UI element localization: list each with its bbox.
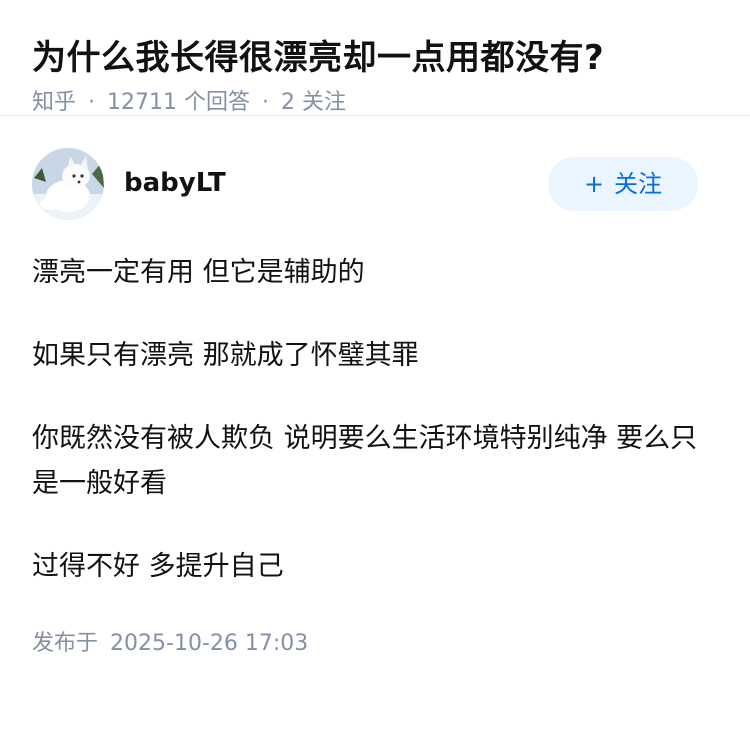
follow-button[interactable]: + 关注 — [548, 157, 698, 211]
answer-count: 12711 — [107, 90, 178, 115]
follower-count-unit: 关注 — [302, 90, 347, 115]
source-label[interactable]: 知乎 — [32, 90, 76, 115]
meta-separator: · — [262, 90, 270, 115]
follow-button-label: 关注 — [614, 170, 663, 198]
plus-icon: + — [583, 170, 605, 198]
answer-count-unit: 个回答 — [184, 90, 251, 115]
answer-paragraph: 你既然没有被人欺负 说明要么生活环境特别纯净 要么只是一般好看 — [32, 423, 698, 499]
answer-paragraph: 过得不好 多提升自己 — [32, 551, 284, 582]
question-title[interactable]: 为什么我长得很漂亮却一点用都没有? — [32, 34, 718, 82]
arctic-fox-avatar-image — [32, 148, 104, 220]
question-meta: 知乎 · 12711 个回答 · 2 关注 — [32, 88, 718, 118]
publish-time: 2025-10-26 17:03 — [110, 631, 309, 656]
follower-count: 2 — [281, 90, 296, 115]
author-name[interactable]: babyLT — [124, 166, 226, 200]
answer-paragraph: 漂亮一定有用 但它是辅助的 — [32, 257, 365, 288]
avatar[interactable] — [32, 148, 104, 220]
author-row: babyLT + 关注 — [32, 116, 718, 226]
publish-label: 发布于 — [32, 631, 99, 656]
publish-info: 发布于 2025-10-26 17:03 — [32, 629, 718, 659]
answer-card: babyLT + 关注 漂亮一定有用 但它是辅助的 如果只有漂亮 那就成了怀璧其罪… — [0, 116, 750, 659]
question-header: 为什么我长得很漂亮却一点用都没有? 知乎 · 12711 个回答 · 2 关注 — [0, 0, 750, 116]
answer-paragraph: 如果只有漂亮 那就成了怀璧其罪 — [32, 340, 419, 371]
meta-separator: · — [88, 90, 96, 115]
